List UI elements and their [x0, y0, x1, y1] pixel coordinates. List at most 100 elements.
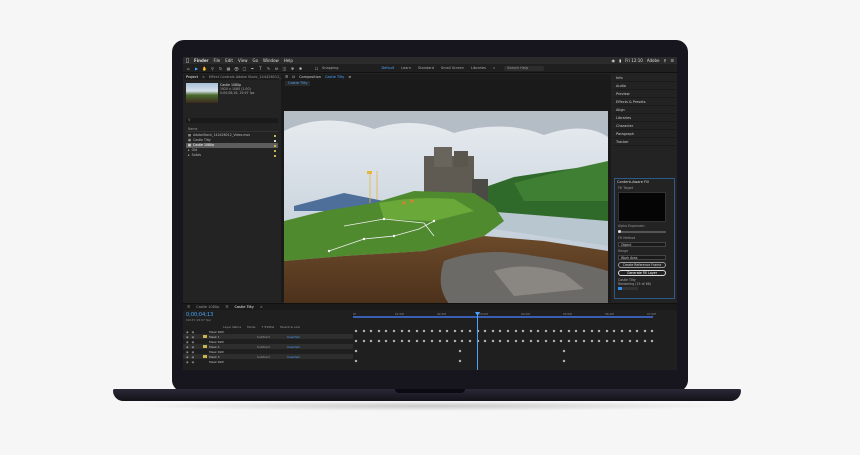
keyframe[interactable] — [514, 329, 518, 333]
keyframe[interactable] — [384, 329, 388, 333]
col-mode[interactable]: Mode — [247, 325, 255, 329]
keyframe[interactable] — [529, 329, 533, 333]
keyframe[interactable] — [458, 359, 462, 363]
clock[interactable]: Fri 12:10 — [625, 58, 643, 63]
keyframe[interactable] — [430, 329, 434, 333]
create-reference-frame-button[interactable]: Create Reference Frame — [618, 262, 666, 268]
workspace-standard[interactable]: Standard — [418, 66, 434, 70]
slider-handle[interactable] — [618, 230, 621, 233]
menu-window[interactable]: Window — [263, 58, 279, 63]
panel-character[interactable]: Character — [613, 122, 676, 130]
keyframe[interactable] — [392, 339, 396, 343]
composition-subtab[interactable]: Castle Tilty — [285, 81, 311, 86]
rotate-tool-icon[interactable]: ↻ — [218, 66, 223, 71]
project-column-name[interactable]: Name — [186, 127, 278, 132]
keyframe[interactable] — [445, 329, 449, 333]
generate-fill-layer-button[interactable]: Generate Fill Layer — [618, 270, 666, 276]
lock-icon[interactable]: ⛁ — [292, 75, 295, 79]
track-row[interactable] — [353, 359, 675, 364]
zoom-tool-icon[interactable]: ⚲ — [210, 66, 215, 71]
keyframe[interactable] — [628, 339, 632, 343]
keyframe[interactable] — [415, 339, 419, 343]
keyframe[interactable] — [483, 329, 487, 333]
keyframe[interactable] — [377, 329, 381, 333]
pan-behind-tool-icon[interactable]: ⨁ — [234, 66, 239, 71]
close-icon[interactable]: × — [202, 75, 205, 79]
clone-stamp-tool-icon[interactable]: ⛁ — [274, 66, 279, 71]
panel-audio[interactable]: Audio — [613, 82, 676, 90]
tab-composition-name[interactable]: Castle Tilty — [325, 75, 344, 79]
wifi-icon[interactable]: ◉ — [612, 58, 616, 63]
keyframe[interactable] — [552, 329, 556, 333]
search-help-input[interactable]: Search Help — [504, 65, 545, 71]
selection-tool-icon[interactable]: ▶ — [194, 66, 199, 71]
keyframe[interactable] — [650, 339, 654, 343]
keyframe[interactable] — [407, 329, 411, 333]
keyframe[interactable] — [438, 339, 442, 343]
type-tool-icon[interactable]: T — [258, 66, 263, 71]
visibility-icon[interactable]: ◉ ◉ — [183, 350, 203, 354]
keyframe[interactable] — [544, 339, 548, 343]
keyframe[interactable] — [468, 339, 472, 343]
menu-finder[interactable]: Finder — [194, 58, 209, 63]
camera-tool-icon[interactable]: ▦ — [226, 66, 231, 71]
keyframe[interactable] — [445, 339, 449, 343]
snapping-checkbox-icon[interactable]: ☐ — [314, 66, 319, 71]
keyframe[interactable] — [422, 339, 426, 343]
keyframe[interactable] — [438, 329, 442, 333]
keyframe[interactable] — [582, 329, 586, 333]
keyframe[interactable] — [605, 329, 609, 333]
keyframe[interactable] — [483, 339, 487, 343]
panel-tracker[interactable]: Tracker — [613, 138, 676, 146]
keyframe[interactable] — [400, 329, 404, 333]
keyframe[interactable] — [574, 329, 578, 333]
keyframe[interactable] — [597, 329, 601, 333]
range-select[interactable]: Work Area — [618, 255, 666, 260]
puppet-tool-icon[interactable]: ✱ — [298, 66, 303, 71]
home-icon[interactable]: ⌂ — [186, 66, 191, 71]
keyframe[interactable] — [506, 329, 510, 333]
workspace-small-screen[interactable]: Small Screen — [441, 66, 464, 70]
keyframe[interactable] — [574, 339, 578, 343]
visibility-icon[interactable]: ◉ ◉ — [183, 330, 203, 334]
keyframe[interactable] — [498, 329, 502, 333]
keyframe[interactable] — [552, 339, 556, 343]
panel-info[interactable]: Info — [613, 74, 676, 82]
work-area-bar[interactable] — [353, 316, 653, 318]
keyframe[interactable] — [430, 339, 434, 343]
keyframe[interactable] — [354, 329, 358, 333]
apple-icon[interactable]:  — [186, 58, 189, 64]
keyframe[interactable] — [612, 339, 616, 343]
keyframe[interactable] — [562, 349, 566, 353]
visibility-icon[interactable]: ◉ ◉ — [183, 355, 203, 359]
keyframe[interactable] — [458, 349, 462, 353]
pen-tool-icon[interactable]: ✒ — [250, 66, 255, 71]
menu-go[interactable]: Go — [252, 58, 258, 63]
visibility-icon[interactable]: ◉ ◉ — [183, 335, 203, 339]
visibility-icon[interactable]: ◉ ◉ — [183, 340, 203, 344]
visibility-icon[interactable]: ◉ ◉ — [183, 345, 203, 349]
panel-preview[interactable]: Preview — [613, 90, 676, 98]
keyframe[interactable] — [362, 339, 366, 343]
keyframe[interactable] — [605, 339, 609, 343]
keyframe[interactable] — [643, 339, 647, 343]
layer-row[interactable]: ◉ ◉ Mask Path — [183, 359, 353, 364]
keyframe[interactable] — [362, 329, 366, 333]
keyframe[interactable] — [620, 329, 624, 333]
keyframe[interactable] — [529, 339, 533, 343]
keyframe[interactable] — [544, 329, 548, 333]
keyframe[interactable] — [468, 329, 472, 333]
brush-tool-icon[interactable]: ✎ — [266, 66, 271, 71]
keyframe[interactable] — [620, 339, 624, 343]
keyframe[interactable] — [453, 329, 457, 333]
keyframe[interactable] — [567, 329, 571, 333]
keyframe[interactable] — [407, 339, 411, 343]
project-item[interactable]: ▸ Solids — [186, 153, 278, 158]
keyframe[interactable] — [369, 329, 373, 333]
menu-icon[interactable]: ☰ — [285, 75, 288, 79]
menu-view[interactable]: View — [238, 58, 248, 63]
tab-timeline-castle-tilty[interactable]: Castle Tilty — [234, 305, 253, 309]
menu-file[interactable]: File — [214, 58, 221, 63]
keyframe[interactable] — [521, 339, 525, 343]
keyframe[interactable] — [422, 329, 426, 333]
